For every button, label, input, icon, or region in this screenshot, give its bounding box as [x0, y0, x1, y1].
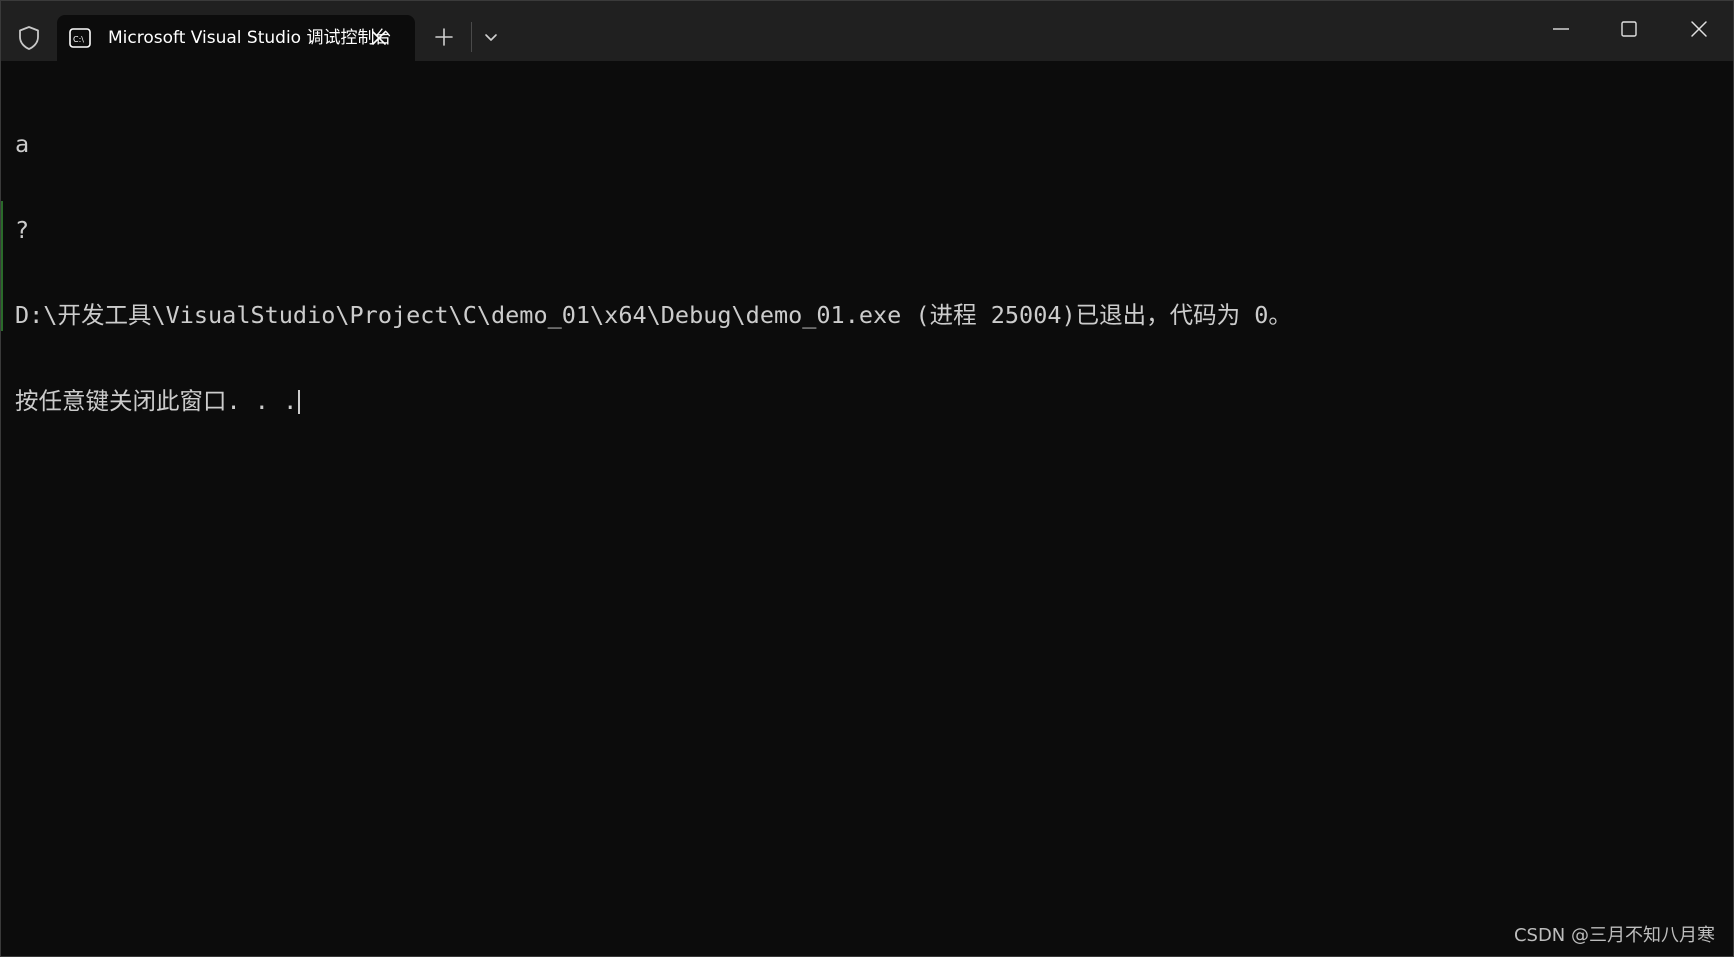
terminal-window: C:\ Microsoft Visual Studio 调试控制台 a ? D:… [0, 0, 1734, 957]
plus-icon[interactable] [433, 26, 455, 48]
console-output[interactable]: a ? D:\开发工具\VisualStudio\Project\C\demo_… [15, 73, 1292, 472]
tab-active[interactable]: C:\ Microsoft Visual Studio 调试控制台 [57, 15, 415, 61]
close-icon[interactable] [369, 28, 389, 48]
console-icon: C:\ [69, 28, 91, 48]
svg-text:C:\: C:\ [73, 35, 84, 44]
console-line: a [15, 130, 30, 158]
console-line: D:\开发工具\VisualStudio\Project\C\demo_01\x… [15, 301, 1292, 329]
title-bar[interactable]: C:\ Microsoft Visual Studio 调试控制台 [1, 1, 1733, 61]
close-icon[interactable] [1687, 17, 1711, 41]
window-edge-accent [1, 201, 3, 331]
maximize-icon[interactable] [1617, 17, 1641, 41]
shield-icon[interactable] [17, 25, 41, 51]
watermark: CSDN @三月不知八月寒 [1513, 925, 1715, 946]
console-line: ? [15, 215, 30, 244]
minimize-icon[interactable] [1549, 17, 1573, 41]
console-line: 按任意键关闭此窗口. . . [15, 386, 298, 415]
chevron-down-icon[interactable] [481, 27, 501, 47]
tab-divider [471, 22, 472, 52]
text-cursor [298, 390, 300, 414]
tab-title: Microsoft Visual Studio 调试控制台 [108, 28, 392, 48]
